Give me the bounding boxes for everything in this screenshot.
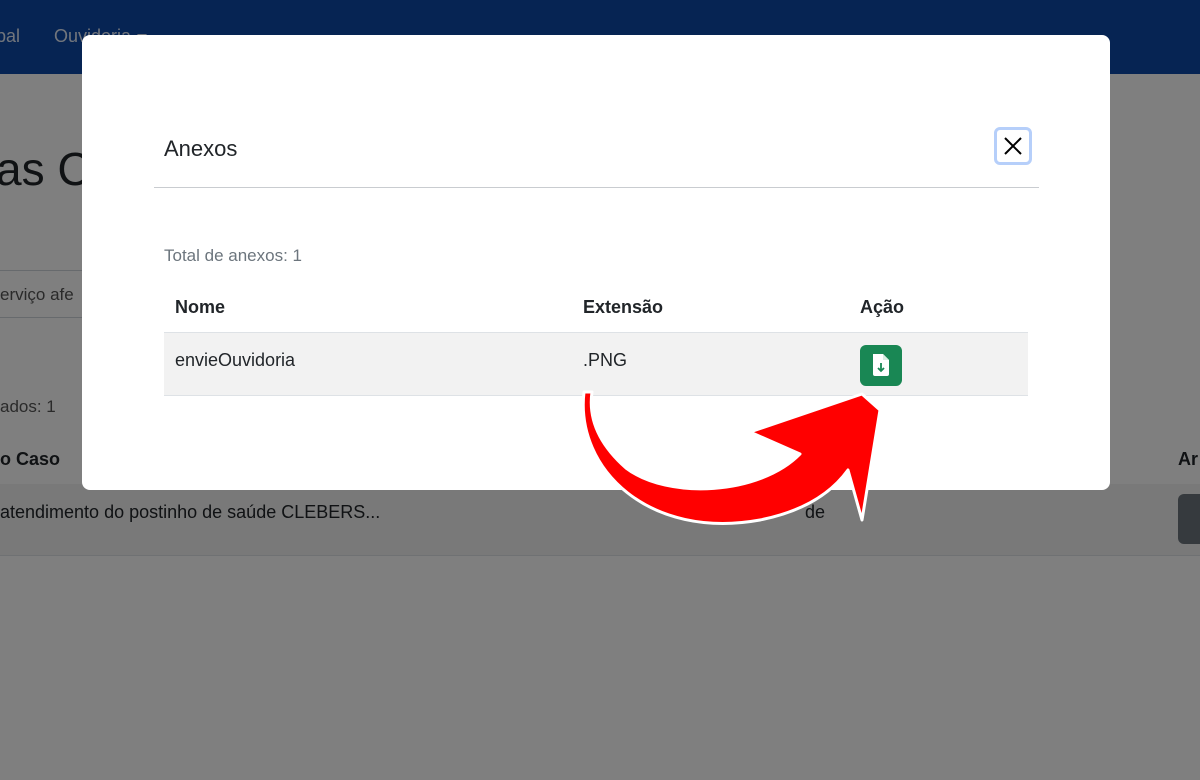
attachments-modal: Anexos Total de anexos: 1 Nome Extensão … (82, 35, 1110, 490)
attachment-name: envieOuvidoria (175, 350, 296, 370)
total-attachments-label: Total de anexos: 1 (164, 246, 302, 265)
close-button[interactable] (994, 127, 1032, 165)
modal-title: Anexos (164, 136, 238, 161)
column-header-acao: Ação (860, 297, 905, 317)
column-header-nome: Nome (175, 297, 226, 317)
modal-header-divider (154, 187, 1039, 188)
download-button[interactable] (860, 345, 902, 386)
column-header-extensao: Extensão (583, 297, 664, 317)
file-download-icon (873, 354, 889, 376)
attachment-extension: .PNG (583, 350, 628, 370)
close-icon (1004, 137, 1022, 155)
